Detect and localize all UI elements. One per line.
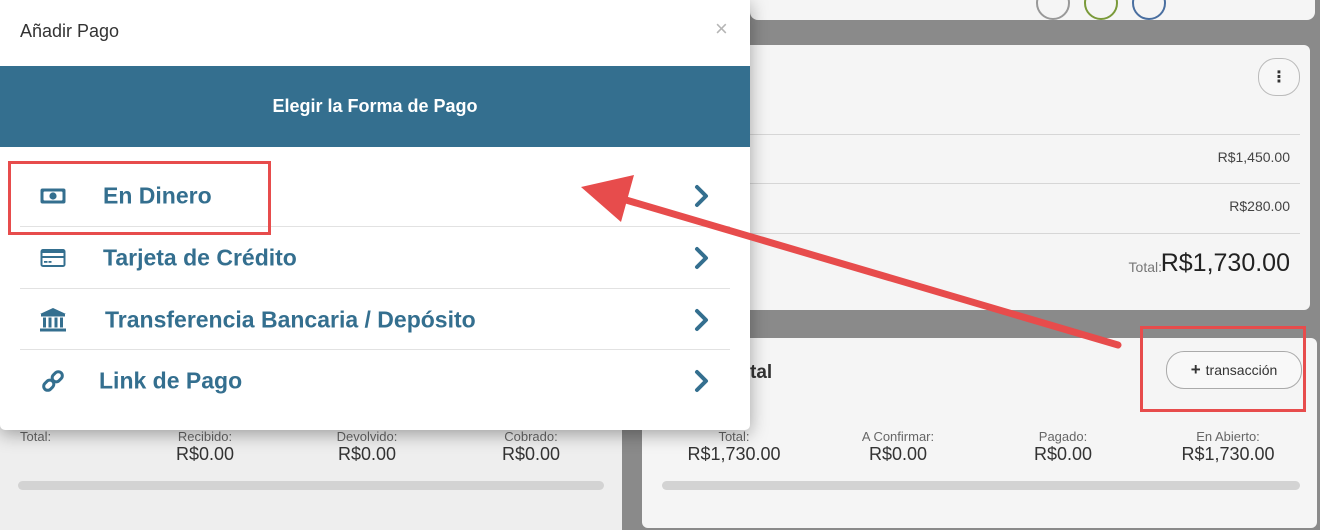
annotation-arrow <box>581 175 1122 349</box>
